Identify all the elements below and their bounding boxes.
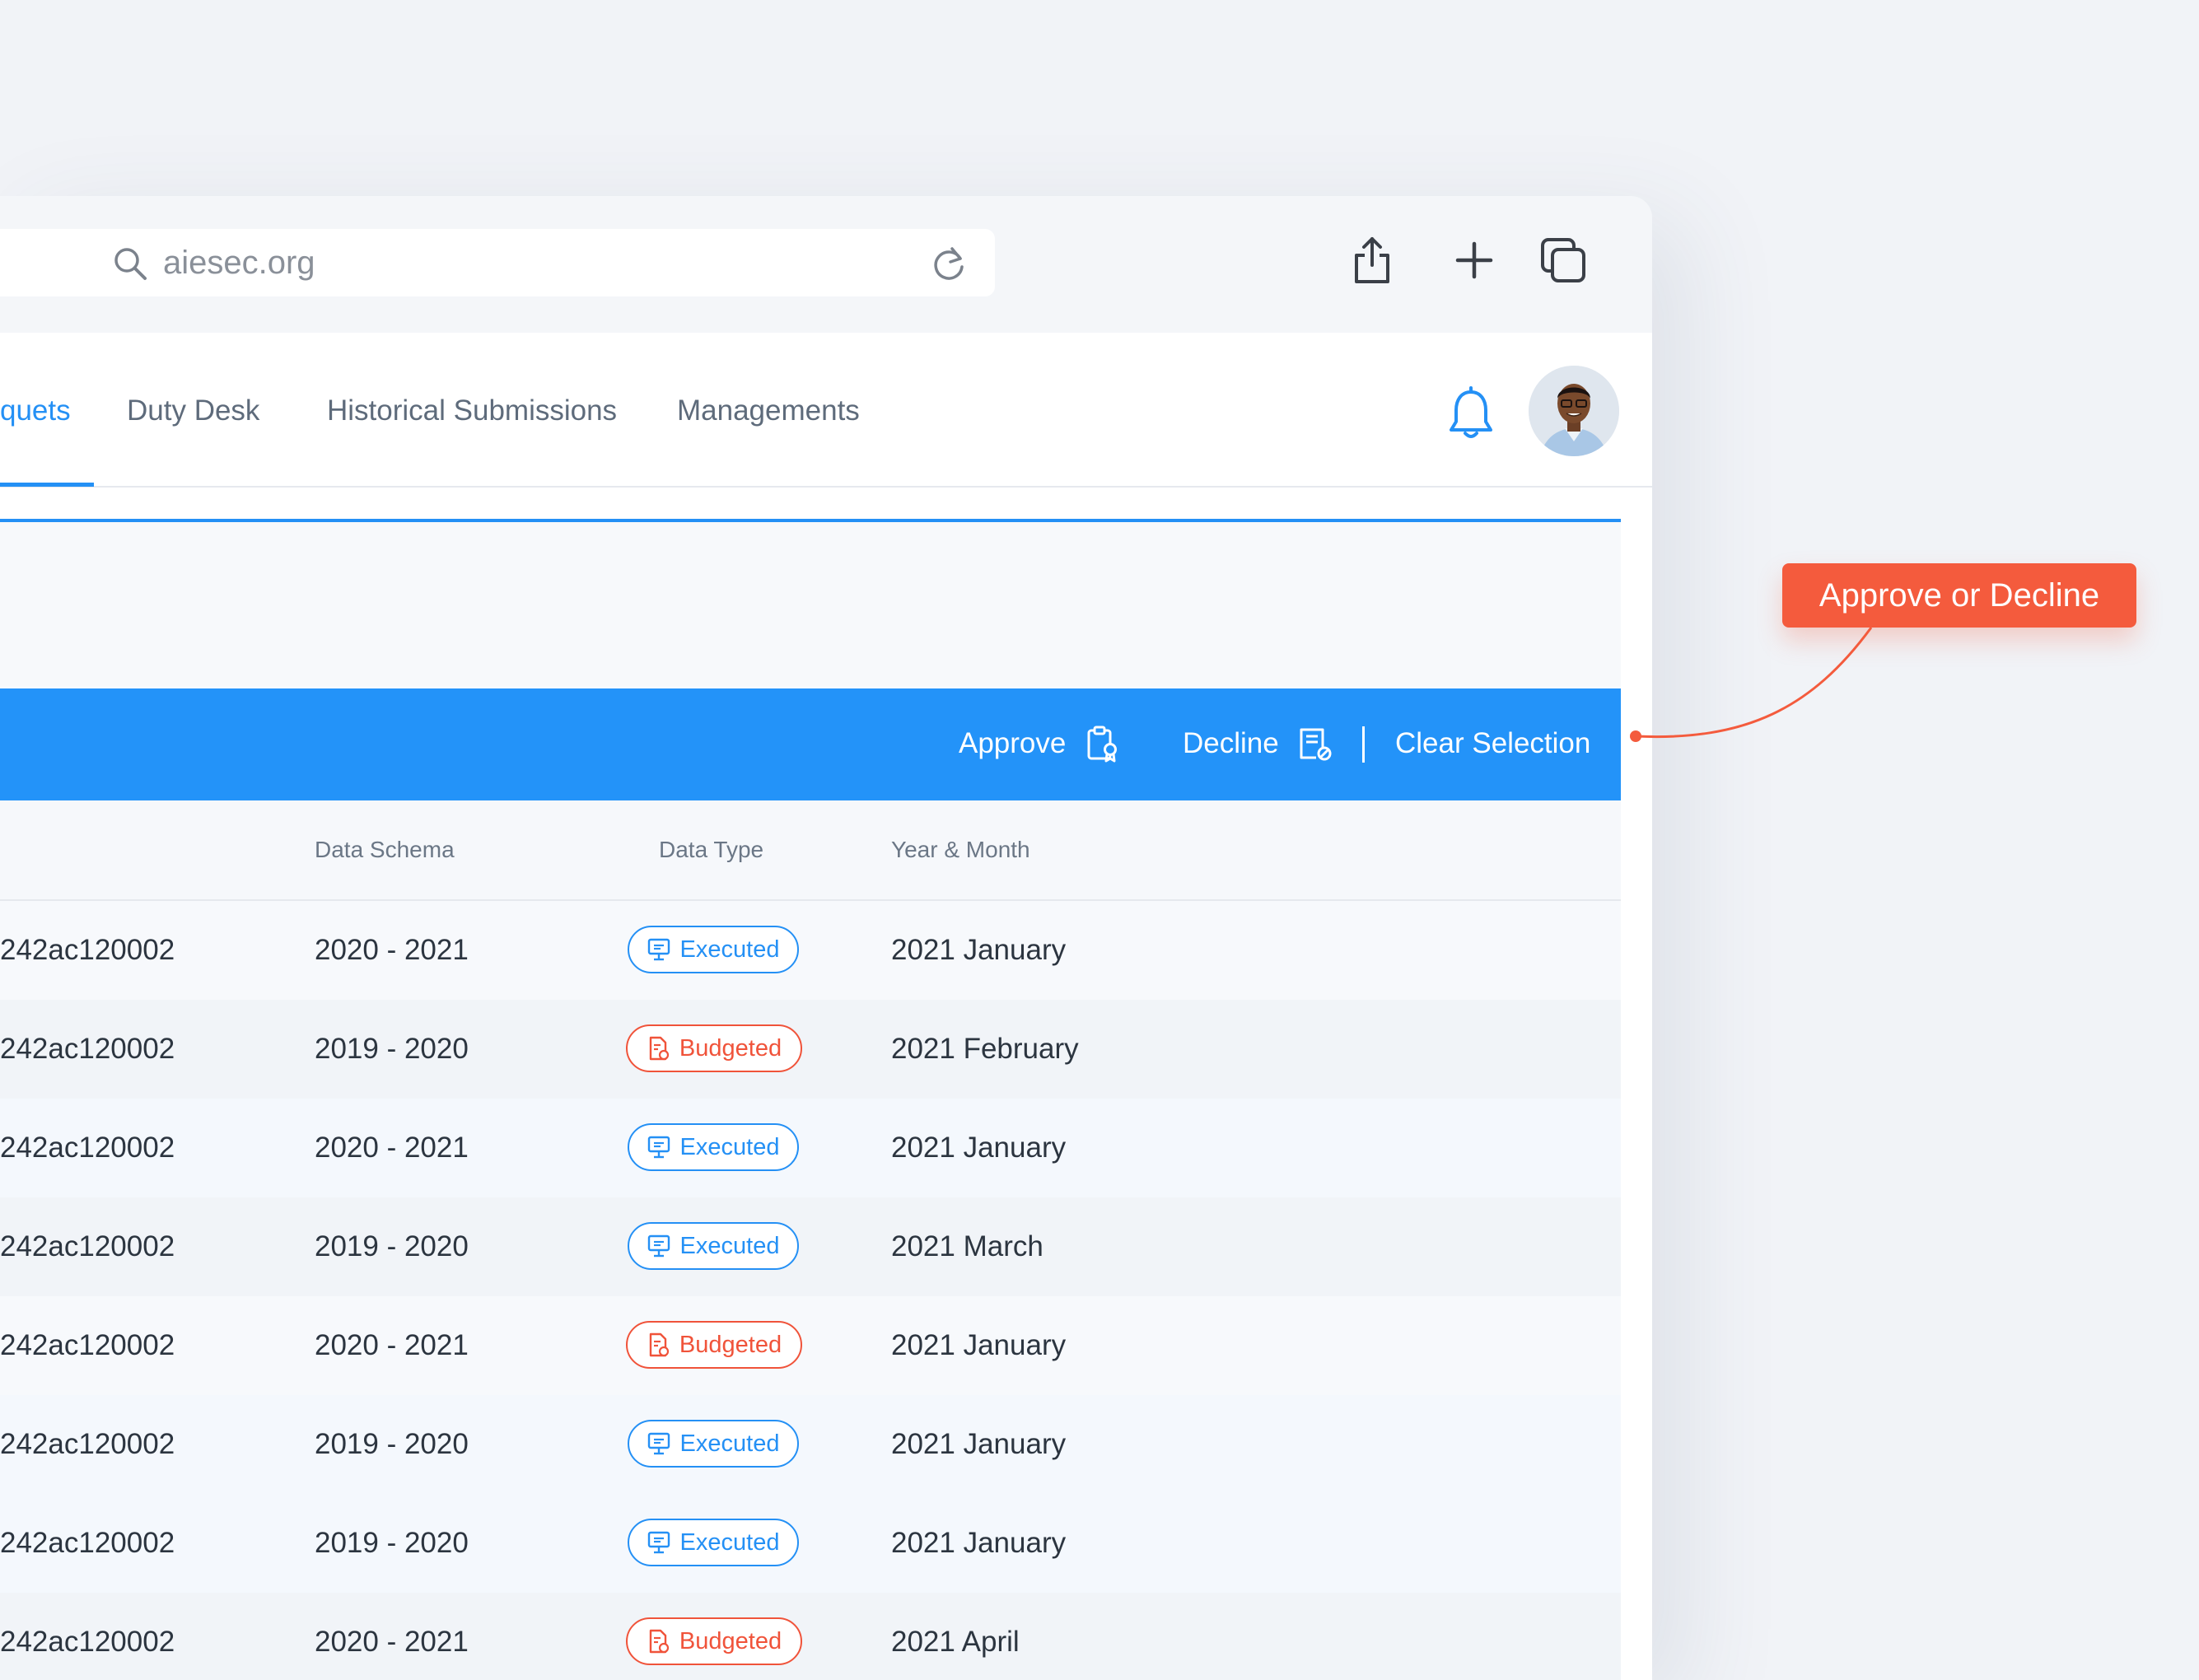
avatar-image — [1529, 366, 1619, 456]
app-content: quets Duty Desk Historical Submissions M… — [0, 333, 1652, 1680]
monitor-chart-icon — [647, 1531, 670, 1554]
row-year-month: 2021 April — [891, 1626, 1020, 1658]
row-year-month: 2021 January — [891, 1428, 1067, 1460]
data-type-label: Executed — [679, 1232, 780, 1259]
new-tab-button[interactable] — [1450, 232, 1499, 288]
row-data-schema: 2019 - 2020 — [315, 1230, 469, 1262]
bulk-action-bar: Approve Decline Clear Selection — [0, 688, 1621, 800]
document-budget-icon — [649, 1629, 670, 1654]
share-icon — [1355, 237, 1389, 283]
annotation-callout: Approve or Decline — [1782, 563, 2136, 628]
data-type-label: Executed — [679, 936, 780, 963]
table-header: Data Schema Data Type Year & Month — [0, 800, 1621, 901]
data-type-label: Budgeted — [679, 1331, 782, 1358]
data-type-badge: Executed — [628, 1420, 799, 1468]
decline-button[interactable]: Decline — [1183, 723, 1279, 764]
column-header-year-month[interactable]: Year & Month — [891, 833, 1030, 866]
row-year-month: 2021 February — [891, 1033, 1079, 1065]
avatar[interactable] — [1529, 366, 1619, 456]
active-tab-indicator — [0, 483, 94, 487]
tabs-icon — [1541, 238, 1585, 282]
browser-window: aiesec.org quets Duty Desk Historical Su… — [0, 196, 1652, 1680]
row-id: 242ac120002 — [0, 1527, 175, 1559]
data-type-badge: Executed — [628, 1519, 799, 1566]
data-type-badge: Budgeted — [626, 1024, 802, 1072]
plus-icon — [1455, 241, 1493, 279]
address-bar[interactable]: aiesec.org — [0, 229, 995, 296]
row-data-schema: 2019 - 2020 — [315, 1428, 469, 1460]
tab-historical-submissions[interactable]: Historical Submissions — [327, 390, 617, 432]
row-data-schema: 2020 - 2021 — [315, 1329, 469, 1361]
data-type-badge: Budgeted — [626, 1321, 802, 1369]
row-id: 242ac120002 — [0, 1329, 175, 1361]
monitor-chart-icon — [647, 1136, 670, 1159]
row-year-month: 2021 January — [891, 1527, 1067, 1559]
row-data-schema: 2020 - 2021 — [315, 934, 469, 966]
data-type-label: Executed — [679, 1430, 780, 1457]
monitor-chart-icon — [647, 1234, 670, 1258]
column-header-data-schema[interactable]: Data Schema — [315, 833, 455, 866]
row-year-month: 2021 January — [891, 1329, 1067, 1361]
row-id: 242ac120002 — [0, 1230, 175, 1262]
data-type-label: Budgeted — [679, 1627, 782, 1654]
approve-icon[interactable] — [1084, 725, 1122, 763]
row-year-month: 2021 January — [891, 934, 1067, 966]
table-body: 242ac120002 2020 - 2021 Executed 2021 Ja… — [0, 901, 1621, 1680]
column-header-data-type[interactable]: Data Type — [659, 833, 763, 866]
data-type-badge: Executed — [628, 1222, 799, 1270]
table-row[interactable]: 242ac120002 2019 - 2020 Executed 2021 Ja… — [0, 1494, 1621, 1593]
row-id: 242ac120002 — [0, 1428, 175, 1460]
tab-managements[interactable]: Managements — [677, 390, 860, 432]
table-row[interactable]: 242ac120002 2020 - 2021 Executed 2021 Ja… — [0, 1099, 1621, 1197]
reload-icon[interactable] — [927, 242, 970, 285]
top-navigation: quets Duty Desk Historical Submissions M… — [0, 333, 1652, 488]
table-row[interactable]: 242ac120002 2019 - 2020 Executed 2021 Ja… — [0, 1395, 1621, 1494]
tab-duty-desk[interactable]: Duty Desk — [127, 390, 259, 432]
decline-icon[interactable] — [1296, 725, 1334, 763]
row-year-month: 2021 March — [891, 1230, 1043, 1262]
data-type-badge: Executed — [628, 926, 799, 973]
table-row[interactable]: 242ac120002 2020 - 2021 Executed 2021 Ja… — [0, 901, 1621, 1000]
table-row[interactable]: 242ac120002 2019 - 2020 Executed 2021 Ma… — [0, 1197, 1621, 1296]
data-type-label: Executed — [679, 1528, 780, 1556]
row-data-schema: 2020 - 2021 — [315, 1132, 469, 1164]
bell-icon[interactable] — [1446, 385, 1496, 443]
row-id: 242ac120002 — [0, 1033, 175, 1065]
search-icon — [114, 248, 147, 280]
table-row[interactable]: 242ac120002 2020 - 2021 Budgeted 2021 Ja… — [0, 1296, 1621, 1395]
row-id: 242ac120002 — [0, 1132, 175, 1164]
data-type-label: Budgeted — [679, 1034, 782, 1062]
row-data-schema: 2019 - 2020 — [315, 1033, 469, 1065]
monitor-chart-icon — [647, 1432, 670, 1455]
filter-area — [0, 522, 1621, 687]
clear-selection-button[interactable]: Clear Selection — [1395, 723, 1590, 764]
tab-requests[interactable]: quets — [0, 390, 71, 432]
action-separator — [1362, 726, 1365, 763]
row-id: 242ac120002 — [0, 934, 175, 966]
data-type-label: Executed — [679, 1133, 780, 1160]
data-type-badge: Executed — [628, 1123, 799, 1171]
document-budget-icon — [649, 1036, 670, 1061]
tabs-button[interactable] — [1538, 232, 1588, 288]
share-button[interactable] — [1347, 232, 1397, 288]
row-data-schema: 2020 - 2021 — [315, 1626, 469, 1658]
approve-button[interactable]: Approve — [959, 723, 1066, 764]
row-data-schema: 2019 - 2020 — [315, 1527, 469, 1559]
row-year-month: 2021 January — [891, 1132, 1067, 1164]
table-row[interactable]: 242ac120002 2020 - 2021 Budgeted 2021 Ap… — [0, 1593, 1621, 1680]
row-id: 242ac120002 — [0, 1626, 175, 1658]
monitor-chart-icon — [647, 938, 670, 961]
url-text: aiesec.org — [163, 245, 315, 281]
table-row[interactable]: 242ac120002 2019 - 2020 Budgeted 2021 Fe… — [0, 1000, 1621, 1099]
document-budget-icon — [649, 1332, 670, 1357]
canvas-background: aiesec.org quets Duty Desk Historical Su… — [0, 0, 2199, 1680]
data-type-badge: Budgeted — [626, 1617, 802, 1665]
